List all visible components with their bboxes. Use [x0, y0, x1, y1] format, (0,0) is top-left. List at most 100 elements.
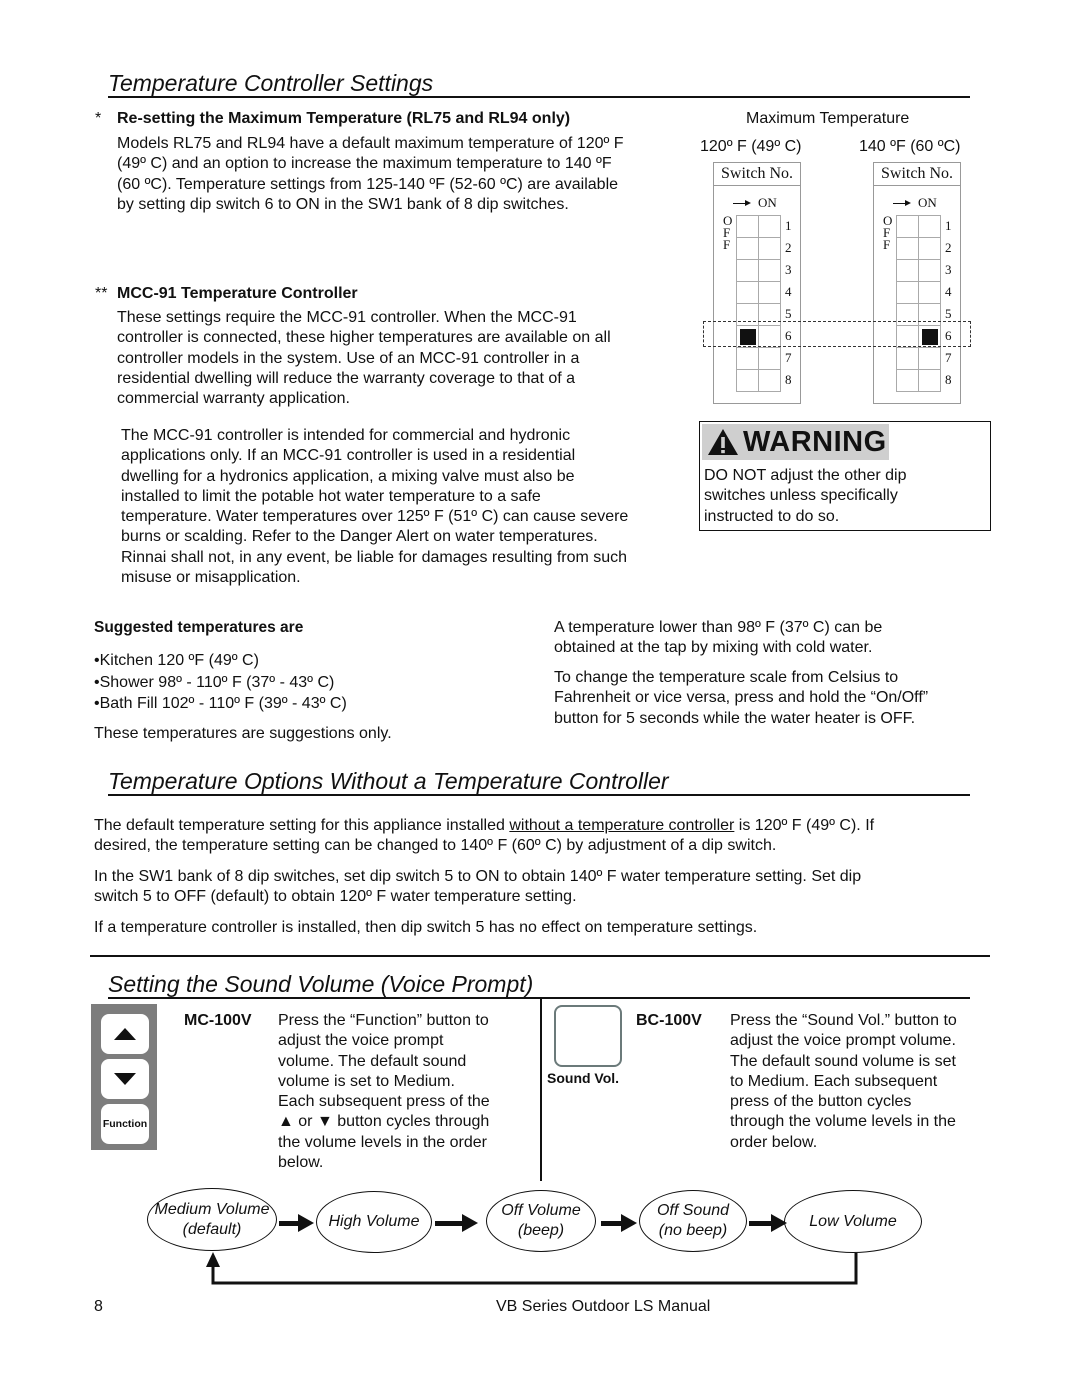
- on-label: ON: [758, 195, 777, 210]
- panel-temp-120: 120º F (49º C): [700, 138, 802, 155]
- text-line: applications only. If an MCC-91 controll…: [121, 447, 576, 465]
- state-sublabel: (beep): [517, 1222, 565, 1239]
- switch-number: 1: [945, 218, 952, 233]
- cycle-state-off-sound: Off Sound (no beep): [639, 1190, 747, 1252]
- state-sublabel: (default): [182, 1220, 242, 1238]
- switch-number: 4: [785, 284, 792, 299]
- text-line: Fahrenheit or vice versa, press and hold…: [554, 689, 929, 707]
- text-line: obtained at the tap by mixing with cold …: [554, 639, 873, 657]
- text-line: commercial warranty application.: [117, 390, 350, 408]
- list-item: •Shower 98º - 110º F (37º - 43º C): [94, 673, 335, 691]
- text-line: volume. The default sound: [278, 1052, 467, 1070]
- text-line: The default temperature setting for this…: [94, 816, 874, 836]
- dip-switch-left: [736, 347, 759, 370]
- dip-switch-left: [736, 259, 759, 282]
- text-line: Rinnai shall not, in any event, be liabl…: [121, 548, 628, 566]
- reset-body: Models RL75 and RL94 have a default maxi…: [117, 134, 624, 215]
- dip-switch-left: [736, 237, 759, 260]
- up-button[interactable]: [101, 1014, 149, 1054]
- low-temp-note: A temperature lower than 98º F (37º C) c…: [554, 618, 882, 659]
- list-item: •Bath Fill 102º - 110º F (39º - 43º C): [94, 695, 347, 712]
- section-title-no-controller: Temperature Options Without a Temperatur…: [108, 768, 970, 796]
- sound-vol-label: Sound Vol.: [547, 1070, 620, 1086]
- arrow-head-icon: [745, 200, 751, 206]
- state-label: High Volume: [328, 1213, 420, 1230]
- switch-header: Switch No.: [714, 163, 800, 186]
- text-line: temperature. Water temperatures over 125…: [121, 508, 629, 526]
- suggested-footer: These temperatures are suggestions only.: [94, 725, 392, 742]
- reset-marker: *: [95, 110, 102, 127]
- text-line: controller is connected, these higher te…: [117, 329, 611, 347]
- text-line: switch 5 to OFF (default) to obtain 120º…: [94, 888, 577, 906]
- dip-switch-right: [758, 281, 781, 304]
- dip-switch-right: [918, 215, 941, 238]
- warning-box: WARNING DO NOT adjust the other dip swit…: [699, 421, 991, 531]
- column-divider: [540, 998, 542, 1181]
- dip-switch-right: [758, 237, 781, 260]
- warning-title: WARNING: [743, 425, 887, 458]
- section-divider: [90, 955, 990, 957]
- suggested-list: •Kitchen 120 ºF (49º C) •Shower 98º - 11…: [94, 650, 347, 715]
- text-line: adjust the voice prompt volume.: [730, 1032, 956, 1050]
- text-line: Press the “Sound Vol.” button to: [730, 1012, 957, 1029]
- no-controller-p3: If a temperature controller is installed…: [94, 919, 758, 936]
- scale-change-note: To change the temperature scale from Cel…: [554, 668, 928, 729]
- on-label: ON: [918, 195, 937, 210]
- text-line: installed to limit the potable hot water…: [121, 487, 541, 505]
- text-line: button for 5 seconds while the water hea…: [554, 709, 916, 727]
- text-line: dwelling for a hydronics application, a …: [121, 467, 575, 485]
- text-line: (49º C) and an option to increase the ma…: [117, 155, 612, 173]
- text-line: Press the “Function” button to: [278, 1012, 489, 1029]
- text-line: by setting dip switch 6 to ON in the SW1…: [117, 195, 569, 213]
- no-controller-p2: In the SW1 bank of 8 dip switches, set d…: [94, 867, 861, 908]
- text-line: A temperature lower than 98º F (37º C) c…: [554, 619, 883, 636]
- dip-switch-left: [896, 347, 919, 370]
- state-label: Medium Volume: [154, 1200, 270, 1218]
- switch-header: Switch No.: [874, 163, 960, 186]
- dip-switch-left: [896, 369, 919, 392]
- page-number: 8: [94, 1298, 103, 1315]
- mc100v-model: MC-100V: [184, 1012, 252, 1029]
- arrow-head-icon: [905, 200, 911, 206]
- dip-switch-left: [896, 281, 919, 304]
- text-line: ▲ or ▼ button cycles through: [278, 1113, 490, 1131]
- text-line: (60 ºC). Temperature settings from 125-1…: [117, 175, 619, 193]
- text-line: controller models in the system. Use of …: [117, 349, 580, 367]
- down-button[interactable]: [101, 1059, 149, 1099]
- dip-switch-right: [918, 237, 941, 260]
- state-label: Off Sound: [656, 1202, 730, 1219]
- manual-title: VB Series Outdoor LS Manual: [496, 1298, 711, 1315]
- text-line: to Medium. Each subsequent: [730, 1072, 938, 1090]
- text-line: Each subsequent press of the: [278, 1093, 490, 1111]
- text-line: Models RL75 and RL94 have a default maxi…: [117, 135, 624, 152]
- text-line: misuse or misapplication.: [121, 569, 301, 587]
- text-line: instructed to do so.: [704, 507, 840, 525]
- switch-number: 2: [945, 240, 952, 255]
- text-line: below.: [278, 1154, 324, 1172]
- section-title-controller-settings: Temperature Controller Settings: [108, 70, 970, 98]
- cycle-state-high: High Volume: [316, 1191, 432, 1253]
- dip-switch-left: [736, 215, 759, 238]
- state-sublabel: (no beep): [658, 1222, 728, 1239]
- text-line: The MCC-91 controller is intended for co…: [121, 427, 571, 444]
- dip-switch-left: [736, 369, 759, 392]
- switch-number: 3: [785, 262, 792, 277]
- mc100v-keypad: Function: [91, 1004, 157, 1150]
- text-line: the volume levels in the order: [278, 1133, 487, 1151]
- switch-number: 8: [945, 372, 952, 387]
- dip-switch-right: [918, 369, 941, 392]
- emphasis-underlined: without a temperature controller: [509, 817, 735, 834]
- warning-triangle-icon: [708, 429, 738, 455]
- cycle-state-low: Low Volume: [784, 1190, 922, 1253]
- reset-heading: Re-setting the Maximum Temperature (RL75…: [117, 110, 571, 127]
- max-temp-title: Maximum Temperature: [746, 110, 910, 127]
- warning-banner: WARNING: [702, 424, 889, 460]
- up-arrow-icon: [114, 1028, 136, 1040]
- sound-vol-button[interactable]: [554, 1005, 622, 1067]
- off-label: F: [723, 237, 731, 252]
- switch-number: 3: [945, 262, 952, 277]
- text-line: The default sound volume is set: [730, 1052, 956, 1070]
- function-button[interactable]: Function: [101, 1104, 149, 1144]
- mcc91-marker: **: [95, 285, 108, 302]
- dip-panel-120: Switch No. ON O F F 1 2 3 4 5 6 7 8: [713, 162, 801, 404]
